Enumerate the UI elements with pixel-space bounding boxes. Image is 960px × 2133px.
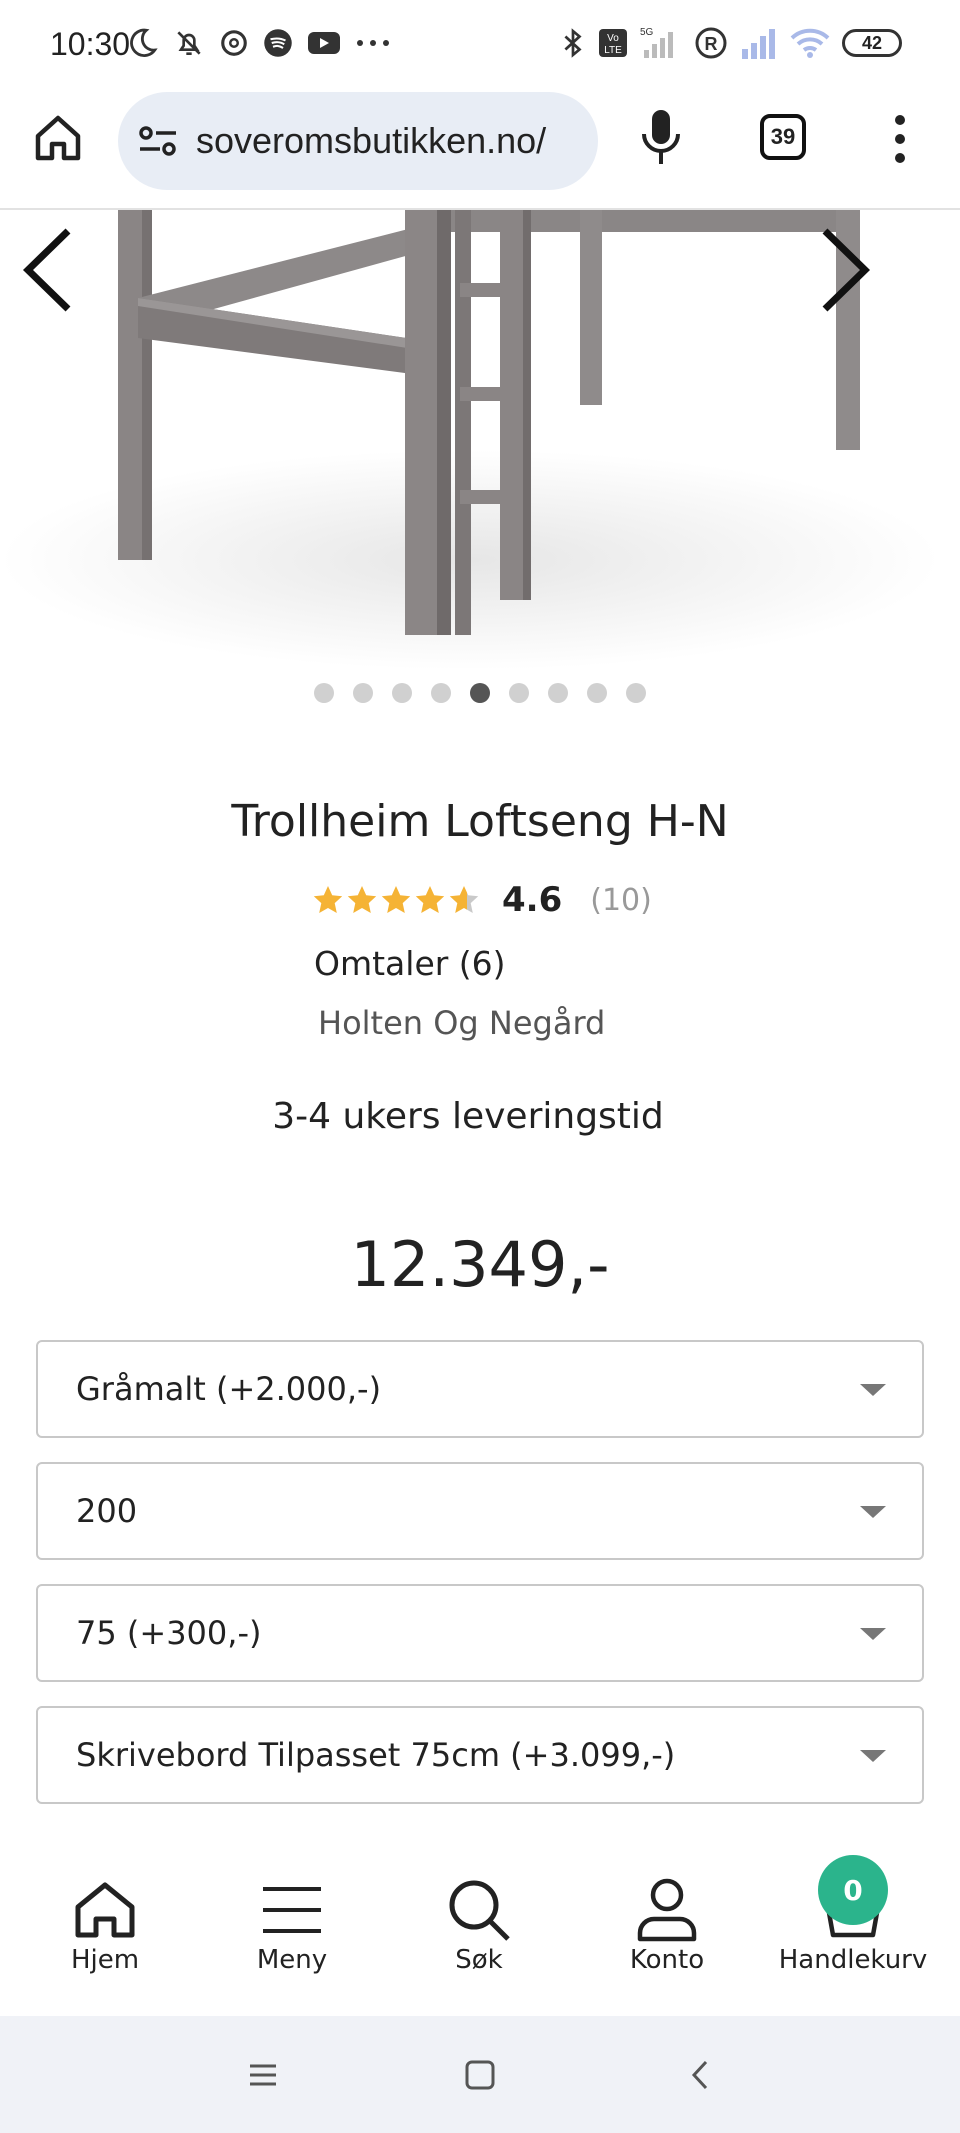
clock: 10:30	[50, 26, 131, 62]
system-icons: Vo LTE 5G R 42	[560, 26, 902, 60]
select-value: Skrivebord Tilpasset 75cm (+3.099,-)	[76, 1736, 676, 1774]
star-icon	[347, 886, 377, 913]
home-square-icon[interactable]	[457, 2052, 503, 2098]
nav-home[interactable]: Hjem	[15, 1835, 195, 2015]
star-rating	[312, 884, 480, 916]
more-icon	[357, 40, 389, 46]
width-select[interactable]: 75 (+300,-)	[36, 1584, 924, 1682]
nav-label: Konto	[629, 1945, 705, 1975]
pagination-dot[interactable]	[392, 683, 412, 703]
caret-down-icon	[860, 1506, 886, 1518]
color-select[interactable]: Gråmalt (+2.000,-)	[36, 1340, 924, 1438]
recent-apps-icon[interactable]	[240, 2052, 286, 2098]
volte-icon: VoLTE	[599, 29, 627, 57]
rating-value: 4.6	[502, 880, 563, 920]
star-icon	[415, 886, 445, 913]
star-icon	[381, 886, 411, 913]
pagination-dot[interactable]	[470, 683, 490, 703]
svg-text:5G: 5G	[640, 27, 654, 38]
svg-text:LTE: LTE	[604, 45, 622, 56]
back-icon[interactable]	[678, 2052, 724, 2098]
bottom-navigation: Hjem Meny Søk Konto Handlekurv	[0, 1835, 960, 2015]
pagination-dot[interactable]	[626, 683, 646, 703]
star-icon	[313, 886, 343, 913]
bell-muted-icon	[177, 31, 201, 55]
bluetooth-icon	[564, 28, 582, 58]
nav-account[interactable]: Konto	[577, 1835, 757, 2015]
product-price: 12.349,-	[350, 1228, 610, 1301]
gallery-pagination	[0, 683, 960, 703]
browser-toolbar: soveromsbutikken.no/ 39	[0, 88, 960, 210]
pagination-dot[interactable]	[587, 683, 607, 703]
youtube-icon	[308, 32, 340, 54]
home-icon[interactable]	[32, 112, 84, 164]
pagination-dot[interactable]	[314, 683, 334, 703]
home-icon	[75, 1882, 135, 1938]
threads-icon	[221, 30, 247, 56]
length-select[interactable]: 200	[36, 1462, 924, 1560]
kebab-menu-icon[interactable]	[890, 114, 910, 164]
product-rating[interactable]: 4.6 (10)	[312, 880, 652, 920]
search-icon	[449, 1880, 510, 1941]
select-value: 75 (+300,-)	[76, 1614, 262, 1652]
cart-count-badge[interactable]: 0	[818, 1855, 888, 1925]
nav-label: Handlekurv	[778, 1945, 928, 1975]
user-icon	[637, 1878, 697, 1942]
signal-icon	[742, 29, 775, 59]
chevron-left-icon[interactable]	[18, 225, 78, 315]
caret-down-icon	[860, 1628, 886, 1640]
select-value: Gråmalt (+2.000,-)	[76, 1370, 382, 1408]
rating-count: (10)	[590, 882, 652, 918]
nav-menu[interactable]: Meny	[202, 1835, 382, 2015]
battery-icon: 42	[842, 29, 902, 57]
address-bar[interactable]: soveromsbutikken.no/	[118, 92, 598, 190]
tab-count: 39	[770, 124, 796, 149]
battery-level: 42	[861, 32, 883, 53]
caret-down-icon	[860, 1384, 886, 1396]
notification-icons	[125, 26, 391, 60]
brand-link[interactable]: Holten Og Negård	[318, 1004, 605, 1042]
delivery-time: 3-4 ukers leveringstid	[272, 1096, 664, 1137]
pagination-dot[interactable]	[431, 683, 451, 703]
pagination-dot[interactable]	[353, 683, 373, 703]
reviews-link[interactable]: Omtaler (6)	[314, 944, 506, 983]
status-bar: 10:30 Vo LTE 5G R 42	[0, 0, 960, 88]
system-navigation-bar	[0, 2016, 960, 2133]
mic-icon[interactable]	[638, 108, 684, 168]
registered-icon: R	[695, 27, 727, 59]
caret-down-icon	[860, 1750, 886, 1762]
spotify-icon	[264, 29, 292, 57]
pagination-dot[interactable]	[509, 683, 529, 703]
nav-search[interactable]: Søk	[389, 1835, 569, 2015]
wifi-icon	[790, 28, 830, 58]
svg-text:R: R	[705, 34, 718, 54]
product-title: Trollheim Loftseng H-N	[231, 796, 729, 847]
tabs-icon[interactable]: 39	[760, 114, 806, 160]
select-value: 200	[76, 1492, 138, 1530]
site-settings-icon[interactable]	[138, 124, 178, 158]
nav-label: Meny	[256, 1945, 328, 1975]
star-icon	[449, 886, 479, 913]
hamburger-icon	[263, 1887, 321, 1933]
nav-label: Søk	[455, 1945, 503, 1975]
svg-text:Vo: Vo	[607, 33, 619, 44]
nav-label: Hjem	[70, 1945, 140, 1975]
pagination-dot[interactable]	[548, 683, 568, 703]
moon-icon	[130, 28, 158, 57]
url-text: soveromsbutikken.no/	[196, 120, 547, 161]
signal-5g-icon: 5G	[640, 27, 673, 58]
chevron-right-icon[interactable]	[815, 225, 875, 315]
desk-select[interactable]: Skrivebord Tilpasset 75cm (+3.099,-)	[36, 1706, 924, 1804]
